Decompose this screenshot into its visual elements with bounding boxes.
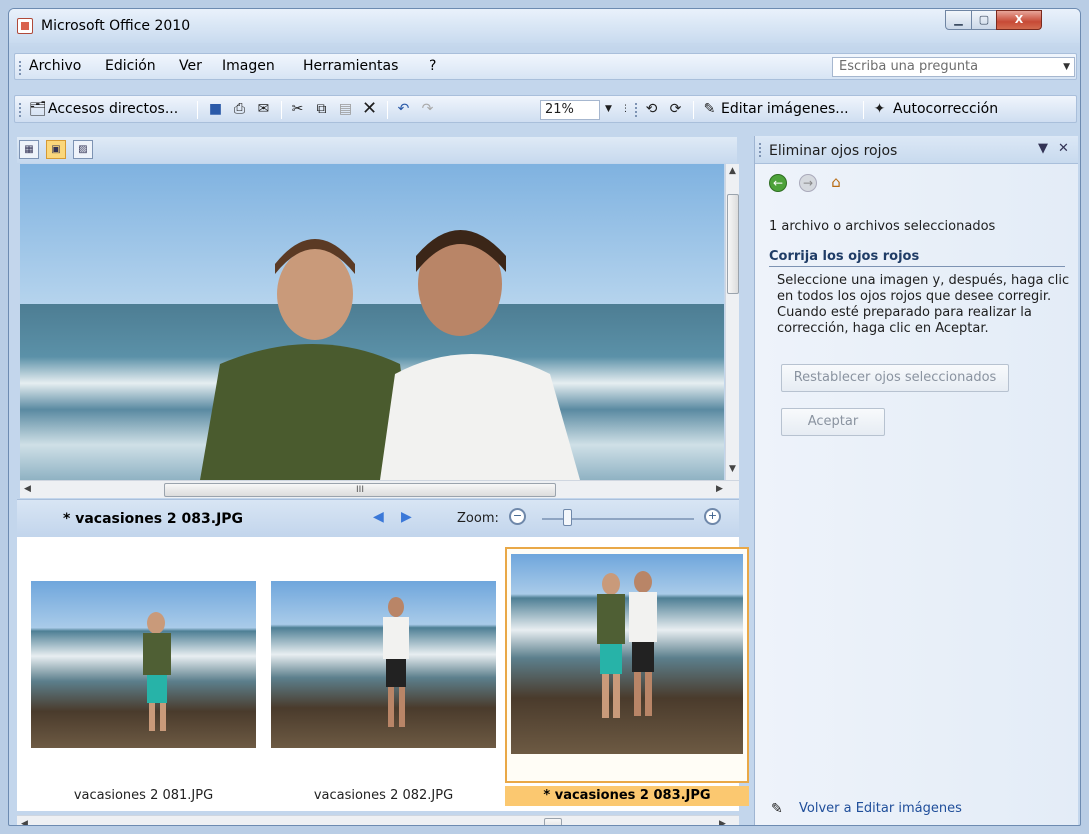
app-window: Microsoft Office 2010 ▁ ▢ X Archivo Edic… <box>8 8 1081 826</box>
print-icon[interactable]: ⎙ <box>231 101 248 118</box>
toolbar-grip[interactable] <box>635 103 638 117</box>
maximize-button[interactable]: ▢ <box>971 10 997 30</box>
main-vertical-scrollbar[interactable]: ▲ ▼ <box>725 164 739 480</box>
separator <box>197 101 198 119</box>
thumbnail-label: vacasiones 2 081.JPG <box>73 788 214 803</box>
autocorrect-button[interactable]: Autocorrección <box>893 99 998 120</box>
zoom-out-icon[interactable]: − <box>509 508 526 525</box>
scroll-left-icon[interactable]: ◀ <box>24 484 31 494</box>
zoom-slider-thumb[interactable] <box>563 509 572 526</box>
zoom-label: Zoom: <box>457 511 499 526</box>
thumbnail-label: * vacasiones 2 083.JPG <box>505 786 749 806</box>
main-image-preview[interactable] <box>20 164 724 480</box>
shortcuts-icon[interactable]: 🗂 <box>29 101 47 118</box>
cut-icon[interactable]: ✂ <box>289 101 306 118</box>
photo-people <box>200 230 580 480</box>
toolbar-options-icon[interactable]: ⋮ <box>617 101 634 118</box>
separator <box>281 101 282 119</box>
zoom-in-icon[interactable]: + <box>704 508 721 525</box>
rotate-right-icon[interactable]: ⟳ <box>667 101 684 118</box>
minimize-button[interactable]: ▁ <box>945 10 972 30</box>
close-button[interactable]: X <box>996 10 1042 30</box>
current-filename: * vacasiones 2 083.JPG <box>63 511 244 527</box>
edit-images-button[interactable]: Editar imágenes... <box>721 99 849 120</box>
section-heading: Corrija los ojos rojos <box>769 249 1065 267</box>
thumbnail-view-icon[interactable]: ▦ <box>19 140 39 159</box>
redo-icon[interactable]: ↷ <box>419 101 436 118</box>
home-icon[interactable]: ⌂ <box>827 174 845 192</box>
scroll-right-icon[interactable]: ▶ <box>716 484 723 494</box>
title-bar: Microsoft Office 2010 ▁ ▢ X <box>9 9 1080 43</box>
ask-question-placeholder: Escriba una pregunta <box>839 59 979 74</box>
rotate-left-icon[interactable]: ⟲ <box>643 101 660 118</box>
menu-edicion[interactable]: Edición <box>105 58 156 74</box>
menu-herramientas[interactable]: Herramientas <box>303 58 398 74</box>
separator <box>387 101 388 119</box>
save-icon[interactable]: ■ <box>207 101 224 118</box>
thumbnail-image <box>511 554 743 754</box>
file-info-bar: * vacasiones 2 083.JPG ◀ ▶ Zoom: − + <box>17 499 739 537</box>
pane-title: Eliminar ojos rojos <box>769 143 898 159</box>
copy-icon[interactable]: ⧉ <box>313 101 330 118</box>
thumbnail-scroll-thumb[interactable] <box>544 818 562 825</box>
toolbar-grip[interactable] <box>19 61 22 75</box>
vertical-scroll-thumb[interactable] <box>727 194 739 294</box>
ask-question-input[interactable]: Escriba una pregunta ▼ <box>832 57 1075 77</box>
instructions-text: Seleccione una imagen y, después, haga c… <box>777 273 1070 336</box>
thumbnail-image <box>31 581 256 748</box>
separator <box>863 101 864 119</box>
zoom-combobox[interactable]: 21% <box>540 100 600 120</box>
scroll-down-icon[interactable]: ▼ <box>729 464 736 474</box>
horizontal-scroll-thumb[interactable]: III <box>164 483 556 497</box>
forward-icon[interactable]: → <box>799 174 817 192</box>
view-mode-bar: ▦ ▣ ▨ <box>17 137 737 163</box>
accept-button[interactable]: Aceptar <box>781 408 885 436</box>
menu-ver[interactable]: Ver <box>179 58 202 74</box>
delete-icon[interactable]: ✕ <box>361 100 378 118</box>
toolbar-grip[interactable] <box>19 103 22 117</box>
thumbnail-scrollbar[interactable]: ◀ ▶ <box>17 815 739 825</box>
scroll-right-icon[interactable]: ▶ <box>719 819 726 825</box>
scroll-left-icon[interactable]: ◀ <box>21 819 28 825</box>
paste-icon[interactable]: ▤ <box>337 101 354 118</box>
reset-selected-eyes-button[interactable]: Restablecer ojos seleccionados <box>781 364 1009 392</box>
back-to-edit-images-link[interactable]: Volver a Editar imágenes <box>799 801 962 816</box>
window-title: Microsoft Office 2010 <box>41 18 191 34</box>
thumbnail-strip: vacasiones 2 081.JPG vacasiones 2 082.JP… <box>17 537 749 811</box>
selection-info: 1 archivo o archivos seleccionados <box>769 219 996 234</box>
autocorrect-icon[interactable]: ✦ <box>871 101 888 118</box>
filmstrip-view-icon[interactable]: ▣ <box>46 140 66 159</box>
pane-grip[interactable] <box>759 143 762 157</box>
edit-images-icon[interactable]: ✎ <box>701 101 718 118</box>
separator <box>693 101 694 119</box>
menu-help[interactable]: ? <box>429 58 436 74</box>
main-horizontal-scrollbar[interactable]: ◀ III ▶ <box>20 480 739 498</box>
edit-images-icon[interactable]: ✎ <box>771 801 783 817</box>
single-picture-view-icon[interactable]: ▨ <box>73 140 93 159</box>
chevron-down-icon[interactable]: ▼ <box>605 104 612 114</box>
red-eye-task-pane: Eliminar ojos rojos ▼ ✕ ← → ⌂ 1 archivo … <box>754 136 1078 825</box>
undo-icon[interactable]: ↶ <box>395 101 412 118</box>
menu-archivo[interactable]: Archivo <box>29 58 81 74</box>
thumbnail-image <box>271 581 496 748</box>
pane-close-icon[interactable]: ✕ <box>1058 141 1069 156</box>
pane-menu-icon[interactable]: ▼ <box>1038 141 1048 156</box>
scroll-up-icon[interactable]: ▲ <box>729 166 736 176</box>
chevron-down-icon[interactable]: ▼ <box>1063 62 1070 72</box>
back-icon[interactable]: ← <box>769 174 787 192</box>
thumbnail-label: vacasiones 2 082.JPG <box>313 788 454 803</box>
shortcuts-button[interactable]: Accesos directos... <box>48 99 178 120</box>
email-icon[interactable]: ✉ <box>255 101 272 118</box>
app-icon[interactable] <box>17 18 33 34</box>
menu-imagen[interactable]: Imagen <box>222 58 275 74</box>
standard-toolbar: 🗂 Accesos directos... ■ ⎙ ✉ ✂ ⧉ ▤ ✕ ↶ ↷ … <box>14 95 1077 123</box>
next-image-icon[interactable]: ▶ <box>401 509 412 525</box>
menu-bar: Archivo Edición Ver Imagen Herramientas … <box>14 53 1077 80</box>
previous-image-icon[interactable]: ◀ <box>373 509 384 525</box>
pane-header: Eliminar ojos rojos ▼ ✕ <box>755 136 1078 164</box>
